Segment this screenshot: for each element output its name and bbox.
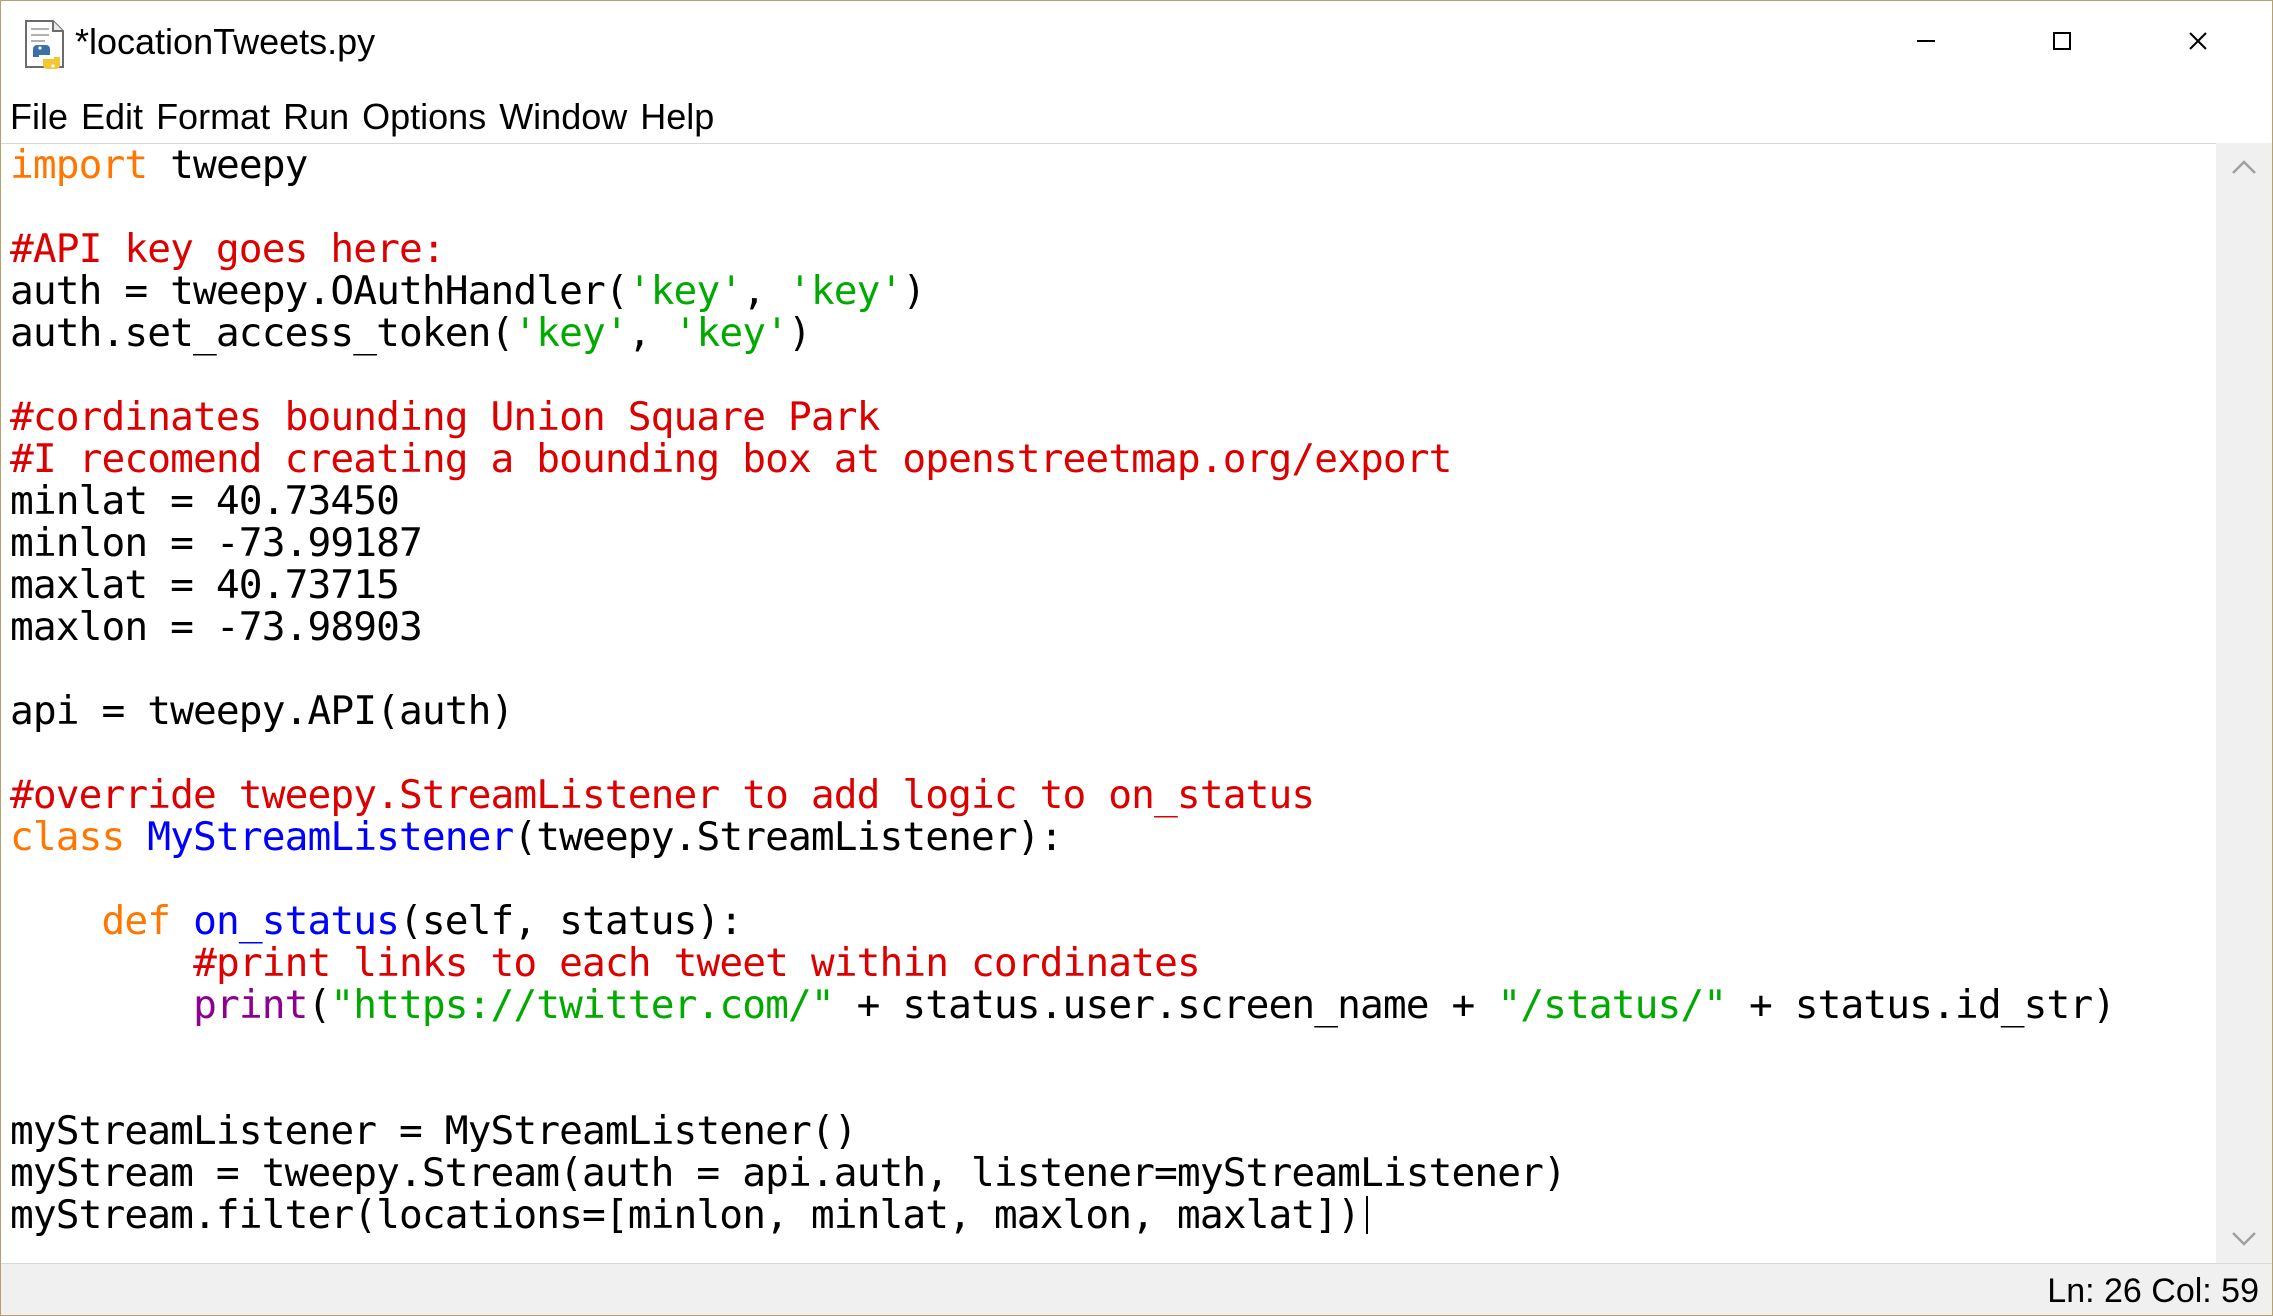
code-token: tweepy: [147, 143, 308, 188]
menu-options[interactable]: Options: [356, 92, 493, 142]
code-token: api = tweepy.API(auth): [10, 688, 514, 734]
menu-bar: File Edit Format Run Options Window Help: [1, 91, 2272, 143]
cursor-position: Ln: 26 Col: 59: [2047, 1272, 2259, 1310]
code-line[interactable]: myStream = tweepy.Stream(auth = api.auth…: [10, 1152, 2115, 1194]
vertical-scrollbar[interactable]: [2216, 143, 2272, 1263]
code-line[interactable]: def on_status(self, status):: [10, 900, 2115, 942]
code-token: myStreamListener = MyStreamListener(): [10, 1108, 858, 1154]
code-line[interactable]: [10, 1068, 2115, 1110]
code-line[interactable]: myStreamListener = MyStreamListener(): [10, 1110, 2115, 1152]
code-token: myStream.filter(locations=[minlon, minla…: [10, 1192, 1361, 1238]
code-token-keyword: class: [10, 814, 125, 860]
maximize-icon: [2052, 31, 2072, 56]
code-line[interactable]: [10, 732, 2115, 774]
code-token-string: 'key': [673, 310, 789, 356]
code-token-comment: #print links to each tweet within cordin…: [193, 940, 1201, 986]
code-token-string: 'key': [787, 268, 903, 314]
idle-editor-window: *locationTweets.py File Edit Format Run …: [0, 0, 2273, 1316]
code-token: minlat = 40.73450: [10, 478, 400, 524]
window-title: *locationTweets.py: [75, 21, 376, 62]
menu-window[interactable]: Window: [493, 92, 634, 142]
code-line[interactable]: #API key goes here:: [10, 228, 2115, 270]
code-token: (: [307, 982, 331, 1028]
code-token-keyword: def: [101, 898, 172, 944]
code-editor[interactable]: import tweepy #API key goes here: auth = …: [1, 143, 2216, 1264]
code-line[interactable]: minlon = -73.99187: [10, 522, 2115, 564]
menu-edit[interactable]: Edit: [75, 92, 150, 142]
code-token: myStream = tweepy.Stream(auth = api.auth…: [10, 1150, 1567, 1196]
code-line[interactable]: class MyStreamListener(tweepy.StreamList…: [10, 816, 2115, 858]
code-line[interactable]: maxlon = -73.98903: [10, 606, 2115, 648]
code-line[interactable]: import tweepy: [10, 144, 2115, 186]
code-line[interactable]: #override tweepy.StreamListener to add l…: [10, 774, 2115, 816]
code-token-definition: on_status: [193, 898, 400, 944]
menu-help[interactable]: Help: [634, 92, 721, 142]
code-line[interactable]: auth.set_access_token('key', 'key'): [10, 312, 2115, 354]
code-token: maxlon = -73.98903: [10, 604, 423, 650]
code-line[interactable]: #I recomend creating a bounding box at o…: [10, 438, 2115, 480]
code-token-comment: #cordinates bounding Union Square Park: [10, 394, 880, 440]
scroll-down-arrow-icon[interactable]: [2230, 1225, 2258, 1253]
code-token-builtin: print: [193, 982, 308, 1028]
code-line[interactable]: api = tweepy.API(auth): [10, 690, 2115, 732]
code-token: auth = tweepy.OAuthHandler(: [10, 268, 629, 314]
menu-file[interactable]: File: [10, 92, 75, 142]
code-token: (tweepy.StreamListener):: [513, 814, 1063, 860]
menu-format[interactable]: Format: [150, 92, 277, 142]
code-token-definition: MyStreamListener: [147, 814, 514, 860]
status-bar: Ln: 26 Col: 59: [1, 1263, 2272, 1315]
code-line[interactable]: [10, 354, 2115, 396]
code-token: maxlat = 40.73715: [10, 562, 400, 608]
code-token-string: "https://twitter.com/": [330, 982, 834, 1028]
code-line[interactable]: myStream.filter(locations=[minlon, minla…: [10, 1194, 2115, 1236]
code-token: + status.user.screen_name +: [833, 982, 1498, 1028]
python-file-icon: [23, 19, 69, 71]
menu-run[interactable]: Run: [277, 92, 356, 142]
code-text[interactable]: import tweepy #API key goes here: auth = …: [10, 144, 2116, 1236]
code-line[interactable]: #cordinates bounding Union Square Park: [10, 396, 2115, 438]
code-token-keyword: import: [10, 143, 148, 188]
code-token: minlon = -73.99187: [10, 520, 423, 566]
code-token-comment: #I recomend creating a bounding box at o…: [10, 436, 1452, 482]
code-line[interactable]: maxlat = 40.73715: [10, 564, 2115, 606]
code-token: ,: [742, 268, 788, 314]
code-token: + status.id_str): [1726, 982, 2116, 1028]
close-icon: [2188, 31, 2208, 56]
scroll-up-arrow-icon[interactable]: [2230, 153, 2258, 181]
code-line[interactable]: minlat = 40.73450: [10, 480, 2115, 522]
code-line[interactable]: #print links to each tweet within cordin…: [10, 942, 2115, 984]
text-cursor: [1365, 1196, 1368, 1234]
code-token-comment: #API key goes here:: [10, 226, 446, 272]
code-line[interactable]: [10, 858, 2115, 900]
code-line[interactable]: [10, 186, 2115, 228]
close-button[interactable]: [2130, 1, 2266, 85]
code-token: auth.set_access_token(: [10, 310, 514, 356]
code-token-string: 'key': [513, 310, 628, 356]
maximize-button[interactable]: [1994, 1, 2130, 85]
code-line[interactable]: [10, 1026, 2115, 1068]
code-token-string: "/status/": [1497, 982, 1727, 1028]
code-line[interactable]: [10, 648, 2115, 690]
code-token: ): [787, 310, 812, 356]
minimize-button[interactable]: [1858, 1, 1994, 85]
code-token: ): [902, 268, 926, 314]
code-line[interactable]: print("https://twitter.com/" + status.us…: [10, 982, 2116, 1028]
code-line[interactable]: auth = tweepy.OAuthHandler('key', 'key'): [10, 270, 2115, 312]
title-bar[interactable]: *locationTweets.py: [1, 1, 2272, 91]
minimize-icon: [1916, 31, 1936, 56]
code-token-string: 'key': [627, 268, 743, 314]
code-token: (self, status):: [399, 898, 743, 944]
code-token: ,: [627, 310, 674, 356]
code-token-comment: #override tweepy.StreamListener to add l…: [10, 772, 1315, 818]
